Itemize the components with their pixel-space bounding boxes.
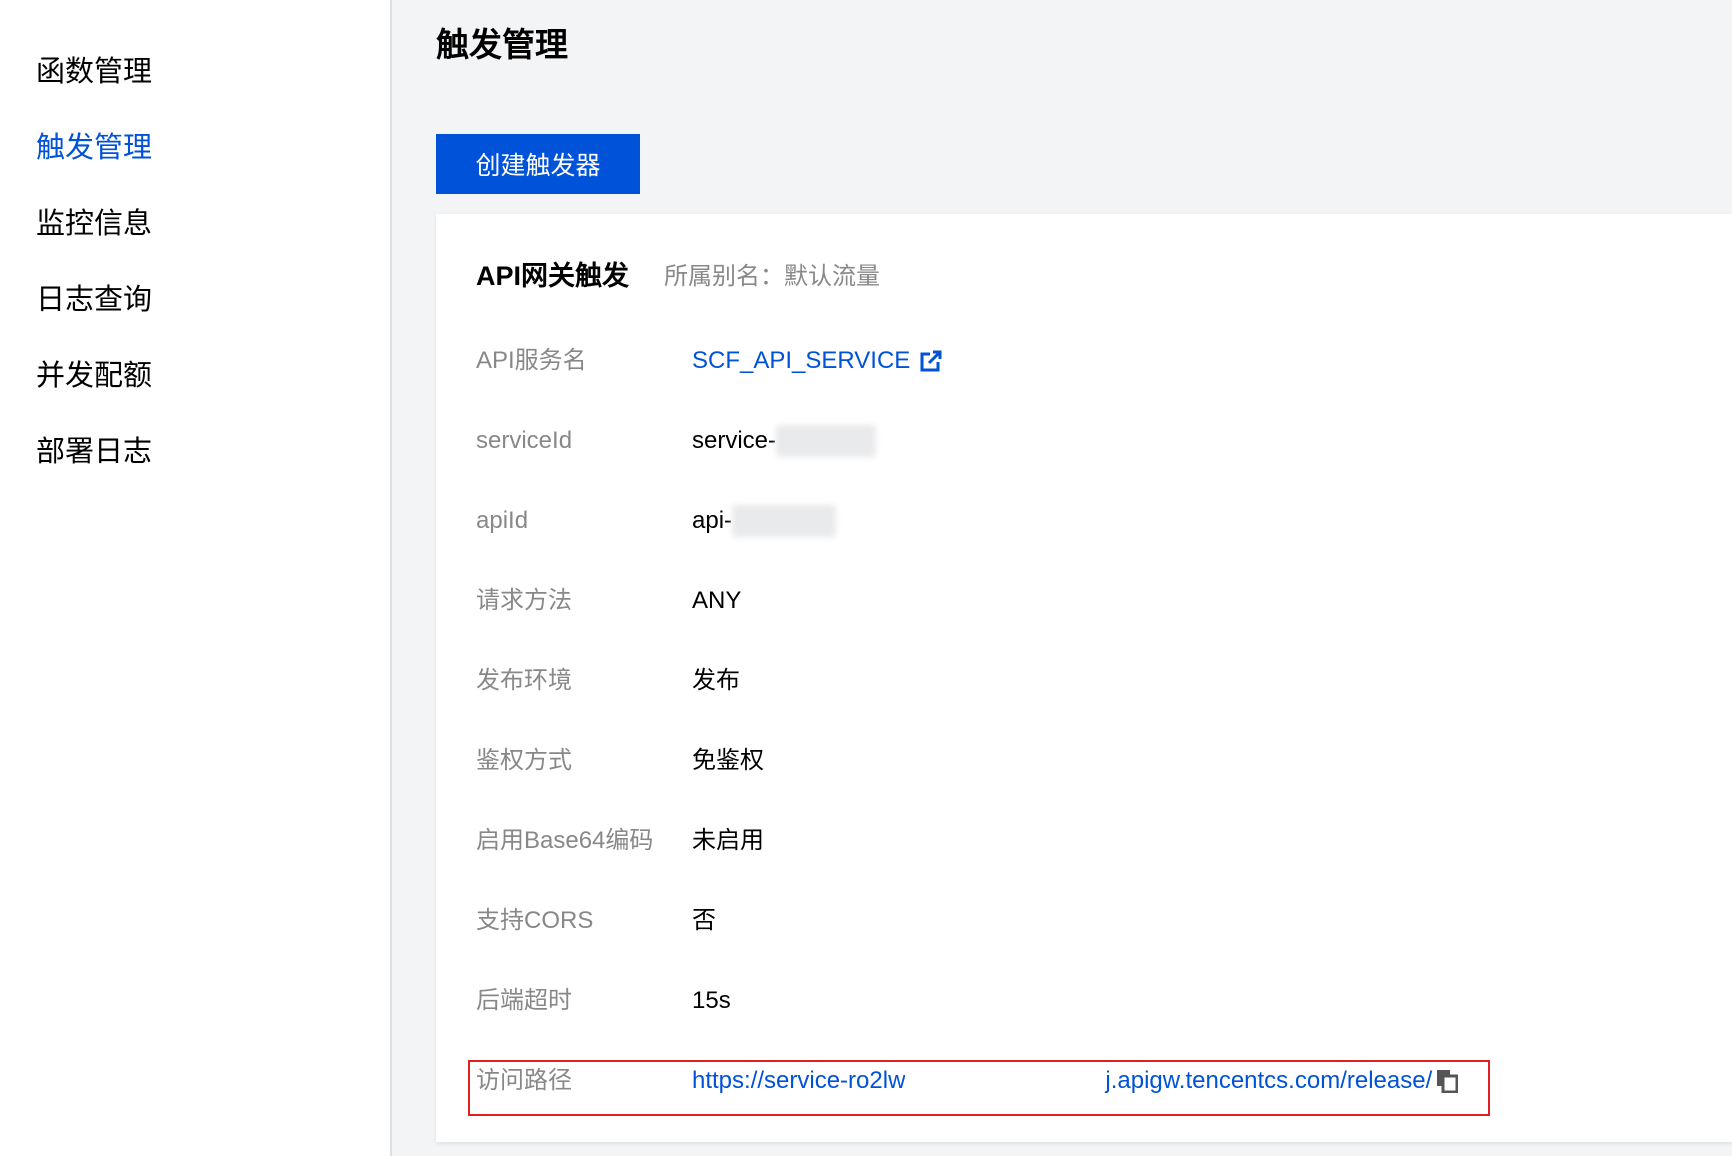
copy-icon[interactable] — [1436, 1069, 1459, 1093]
row-label-access-path: 访问路径 — [476, 1067, 572, 1094]
api-service-link[interactable]: SCF_API_SERVICE — [692, 344, 910, 378]
row-label-service-id: serviceId — [476, 427, 573, 454]
row-value-service-id: service- — [692, 424, 877, 458]
row-label-api-service-name: API服务名 — [476, 347, 587, 374]
row-value-cors: 否 — [692, 907, 716, 934]
sidebar-item-function-management[interactable]: 函数管理 — [36, 54, 152, 90]
row-value-access-path: https://service-ro2lw j.apigw.tencentcs.… — [692, 1064, 1459, 1098]
row-label-request-method: 请求方法 — [476, 587, 572, 614]
sidebar-item-concurrency-quota[interactable]: 并发配额 — [36, 358, 152, 394]
row-value-auth-method: 免鉴权 — [692, 747, 764, 774]
row-label-cors: 支持CORS — [476, 907, 594, 934]
row-label-backend-timeout: 后端超时 — [476, 987, 572, 1014]
redacted-block — [732, 505, 837, 537]
row-value-base64: 未启用 — [692, 827, 764, 854]
sidebar-item-deploy-log[interactable]: 部署日志 — [36, 434, 152, 470]
row-label-base64: 启用Base64编码 — [476, 827, 654, 854]
trigger-card: API网关触发 所属别名：默认流量 API服务名 SCF_API_SERVICE… — [436, 214, 1732, 1142]
create-trigger-button[interactable]: 创建触发器 — [436, 134, 640, 194]
row-label-auth-method: 鉴权方式 — [476, 747, 572, 774]
row-label-api-id: apiId — [476, 507, 529, 534]
service-id-text: service- — [692, 427, 777, 454]
access-path-link-end[interactable]: j.apigw.tencentcs.com/release/ — [1105, 1064, 1432, 1098]
row-value-api-id: api- — [692, 504, 837, 538]
row-label-publish-env: 发布环境 — [476, 667, 572, 694]
sidebar-item-trigger-management[interactable]: 触发管理 — [36, 130, 152, 166]
page-title: 触发管理 — [436, 26, 568, 63]
external-link-icon[interactable] — [920, 350, 942, 372]
card-title: API网关触发 — [476, 261, 630, 291]
row-value-publish-env: 发布 — [692, 667, 740, 694]
row-value-api-service-name: SCF_API_SERVICE — [692, 344, 942, 378]
alias-label: 所属别名：默认流量 — [664, 263, 880, 290]
redacted-block — [905, 1066, 1106, 1096]
sidebar: 函数管理 触发管理 监控信息 日志查询 并发配额 部署日志 — [0, 0, 392, 1156]
row-value-request-method: ANY — [692, 587, 742, 614]
redacted-block — [776, 425, 877, 457]
api-id-text: api- — [692, 507, 733, 534]
sidebar-item-monitoring[interactable]: 监控信息 — [36, 206, 152, 242]
sidebar-item-log-query[interactable]: 日志查询 — [36, 282, 152, 318]
access-path-link-start[interactable]: https://service-ro2lw — [692, 1064, 905, 1098]
row-value-backend-timeout: 15s — [692, 987, 731, 1014]
